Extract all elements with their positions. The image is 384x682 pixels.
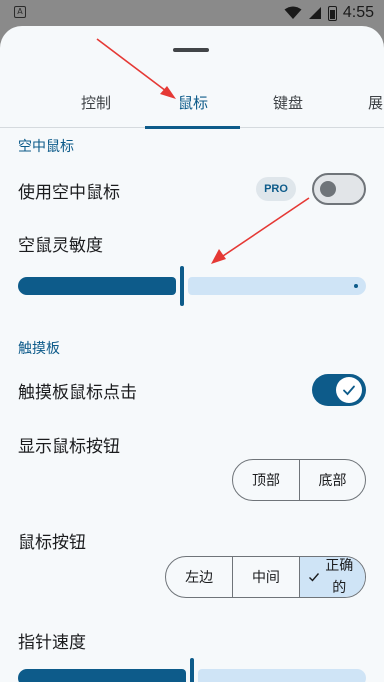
status-bar: A 4:55 [0,0,384,26]
use-air-mouse-label: 使用空中鼠标 [18,183,120,203]
active-tab-indicator [145,126,240,129]
position-option-bottom[interactable]: 底部 [299,460,365,500]
button-option-middle[interactable]: 中间 [232,557,298,597]
wifi-icon [284,6,302,19]
mouse-buttons-segmented: 左边 中间 正确的 [165,556,366,598]
slider-handle[interactable] [190,658,194,682]
tab-keyboard[interactable]: 键盘 [273,92,303,113]
tab-mouse[interactable]: 鼠标 [178,92,208,113]
pointer-speed-label: 指针速度 [18,633,86,653]
slider-handle[interactable] [180,266,184,306]
signal-icon [308,7,321,19]
show-mouse-buttons-label: 显示鼠标按钮 [18,437,120,457]
notification-icon: A [14,6,26,18]
check-icon [309,573,320,582]
tab-control[interactable]: 控制 [81,92,111,113]
slider-stop-indicator [354,284,358,288]
tab-bar: 控制 鼠标 键盘 展 [0,84,384,129]
touchpad-click-switch[interactable] [312,374,366,406]
button-option-right-label: 正确的 [325,558,354,596]
button-position-segmented: 顶部 底部 [232,459,366,501]
switch-thumb [320,181,336,197]
pro-badge: PRO [256,177,296,201]
pointer-speed-slider[interactable] [18,658,366,682]
button-option-left[interactable]: 左边 [166,557,232,597]
use-air-mouse-switch[interactable] [312,173,366,205]
mouse-buttons-label: 鼠标按钮 [18,533,86,553]
settings-sheet: 控制 鼠标 键盘 展 空中鼠标 使用空中鼠标 PRO 空鼠灵敏度 触摸板 触摸板… [0,26,384,682]
switch-thumb [336,377,362,403]
tab-more[interactable]: 展 [368,92,383,113]
slider-inactive-track [198,669,366,682]
air-mouse-sensitivity-label: 空鼠灵敏度 [18,236,103,256]
air-mouse-sensitivity-slider[interactable] [18,266,366,306]
battery-icon [327,5,337,21]
slider-active-track [18,277,176,295]
drag-handle[interactable] [173,48,209,52]
section-air-mouse: 空中鼠标 [18,139,74,155]
position-option-top[interactable]: 顶部 [233,460,299,500]
slider-inactive-track [188,277,366,295]
button-option-right[interactable]: 正确的 [298,557,365,597]
touchpad-click-label: 触摸板鼠标点击 [18,383,137,403]
status-time: 4:55 [342,4,374,21]
check-icon [343,385,355,396]
slider-active-track [18,669,186,682]
section-touchpad: 触摸板 [18,341,60,357]
